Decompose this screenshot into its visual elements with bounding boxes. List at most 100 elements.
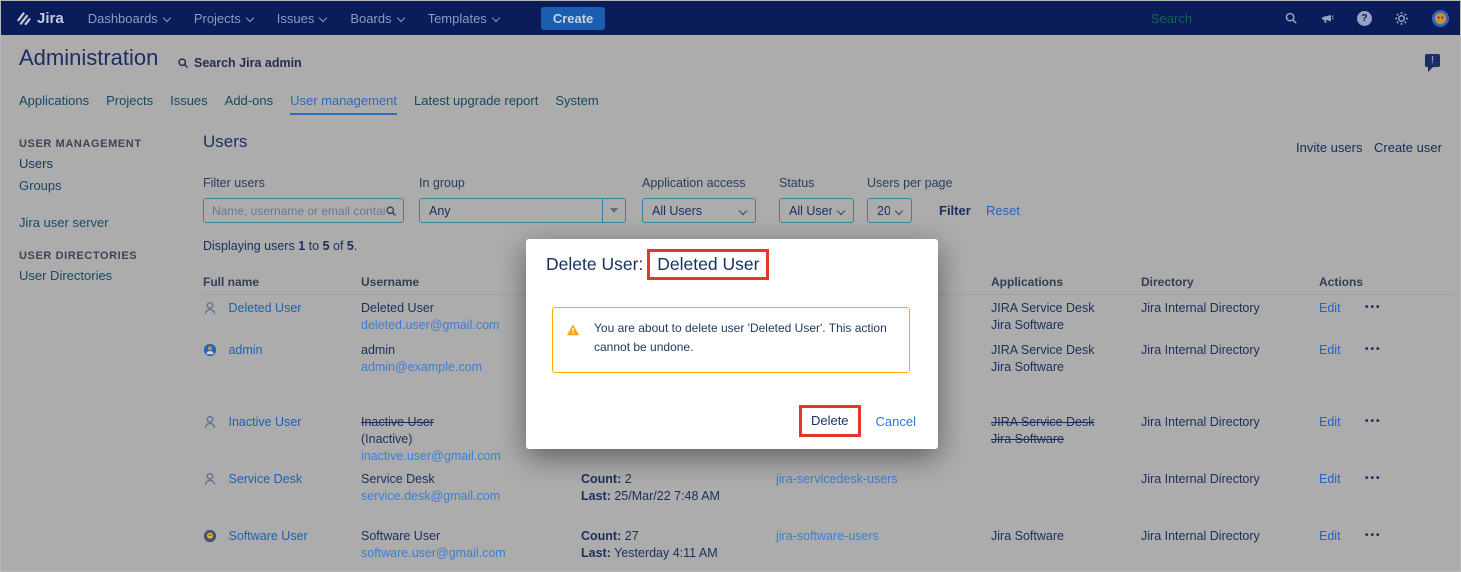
create-button[interactable]: Create xyxy=(541,7,605,30)
user-email-link[interactable]: admin@example.com xyxy=(361,360,482,374)
sidebar-section-user-management: USER MANAGEMENT xyxy=(19,138,142,150)
user-email-link[interactable]: service.desk@gmail.com xyxy=(361,489,500,503)
username-text: Service Desk xyxy=(361,472,500,486)
edit-link[interactable]: Edit xyxy=(1319,343,1341,357)
nav-menu-templates[interactable]: Templates xyxy=(428,11,499,26)
filter-users-input[interactable]: Name, username or email contain xyxy=(203,198,404,223)
column-header-applications: Applications xyxy=(991,275,1063,289)
nav-menu-boards[interactable]: Boards xyxy=(350,11,403,26)
column-header-directory: Directory xyxy=(1141,275,1194,289)
filter-users-label: Filter users xyxy=(203,176,265,190)
tab-latest-upgrade-report[interactable]: Latest upgrade report xyxy=(414,93,538,115)
warning-message-box: You are about to delete user 'Deleted Us… xyxy=(552,307,910,373)
feedback-icon[interactable]: ! xyxy=(1425,54,1440,67)
table-row: Software User Software User software.use… xyxy=(203,529,1453,572)
username-text: Inactive User xyxy=(361,415,501,429)
chevron-down-icon xyxy=(837,206,845,214)
admin-search-button[interactable]: Search Jira admin xyxy=(177,56,302,70)
status-select[interactable]: All Users xyxy=(779,198,854,223)
user-fullname-link[interactable]: Inactive User xyxy=(228,415,301,429)
tab-system[interactable]: System xyxy=(555,93,598,115)
triangle-down-icon xyxy=(610,208,618,213)
admin-avatar-icon xyxy=(203,343,217,360)
page-title: Administration xyxy=(19,45,158,71)
chevron-down-icon xyxy=(895,206,903,214)
admin-tab-bar: Applications Projects Issues Add-ons Use… xyxy=(19,93,599,115)
reset-button[interactable]: Reset xyxy=(986,203,1020,218)
create-user-button[interactable]: Create user xyxy=(1374,140,1442,155)
chevron-down-icon xyxy=(396,13,404,21)
filter-button[interactable]: Filter xyxy=(939,203,971,218)
users-page-title: Users xyxy=(203,132,247,152)
application-access-select[interactable]: All Users xyxy=(642,198,756,223)
user-fullname-link[interactable]: Software User xyxy=(228,529,307,543)
application-name: JIRA Service Desk xyxy=(991,415,1095,429)
delete-button[interactable]: Delete xyxy=(811,413,849,428)
more-actions-button[interactable]: ••• xyxy=(1365,302,1382,313)
in-group-combobox[interactable]: Any xyxy=(419,198,626,223)
more-actions-button[interactable]: ••• xyxy=(1365,473,1382,484)
users-per-page-select[interactable]: 20 xyxy=(867,198,912,223)
cancel-button[interactable]: Cancel xyxy=(876,414,916,429)
sidebar-item-user-directories[interactable]: User Directories xyxy=(19,268,112,283)
more-actions-button[interactable]: ••• xyxy=(1365,416,1382,427)
column-header-username: Username xyxy=(361,275,419,289)
chevron-down-icon xyxy=(319,13,327,21)
chevron-down-icon xyxy=(739,206,747,214)
user-silhouette-icon xyxy=(203,472,217,489)
top-navbar: Jira Dashboards Projects Issues Boards T… xyxy=(1,1,1460,35)
sidebar-item-jira-user-server[interactable]: Jira user server xyxy=(19,215,109,230)
tab-add-ons[interactable]: Add-ons xyxy=(225,93,273,115)
jira-logo[interactable]: Jira xyxy=(15,10,64,27)
navbar-search-input[interactable]: Search xyxy=(1151,11,1192,26)
user-fullname-link[interactable]: Service Desk xyxy=(228,472,302,486)
last-label: Last: xyxy=(581,546,611,560)
user-email-link[interactable]: deleted.user@gmail.com xyxy=(361,318,499,332)
help-icon[interactable]: ? xyxy=(1357,11,1372,26)
user-avatar[interactable] xyxy=(1431,9,1450,28)
last-label: Last: xyxy=(581,489,611,503)
tab-user-management[interactable]: User management xyxy=(290,93,397,115)
edit-link[interactable]: Edit xyxy=(1319,415,1341,429)
column-header-actions: Actions xyxy=(1319,275,1363,289)
tab-applications[interactable]: Applications xyxy=(19,93,89,115)
sidebar-item-groups[interactable]: Groups xyxy=(19,178,62,193)
count-value: 2 xyxy=(625,472,632,486)
chevron-down-icon xyxy=(163,13,171,21)
delete-user-dialog: Delete User:Deleted User You are about t… xyxy=(526,239,938,449)
application-name: Jira Software xyxy=(991,318,1095,332)
user-email-link[interactable]: inactive.user@gmail.com xyxy=(361,449,501,463)
edit-link[interactable]: Edit xyxy=(1319,301,1341,315)
username-text: admin xyxy=(361,343,482,357)
sidebar-item-users[interactable]: Users xyxy=(19,156,53,171)
status-label: Status xyxy=(779,176,814,190)
column-header-full-name: Full name xyxy=(203,275,259,289)
jira-logo-icon xyxy=(15,10,32,27)
user-fullname-link[interactable]: admin xyxy=(228,343,262,357)
user-email-link[interactable]: software.user@gmail.com xyxy=(361,546,506,560)
chevron-down-icon xyxy=(246,13,254,21)
application-name: JIRA Service Desk xyxy=(991,343,1095,357)
more-actions-button[interactable]: ••• xyxy=(1365,344,1382,355)
group-link[interactable]: jira-servicedesk-users xyxy=(776,472,898,486)
nav-menu-projects[interactable]: Projects xyxy=(194,11,253,26)
edit-link[interactable]: Edit xyxy=(1319,472,1341,486)
user-avatar-icon xyxy=(203,529,217,546)
more-actions-button[interactable]: ••• xyxy=(1365,530,1382,541)
nav-menu-issues[interactable]: Issues xyxy=(277,11,327,26)
invite-users-button[interactable]: Invite users xyxy=(1296,140,1362,155)
users-per-page-label: Users per page xyxy=(867,176,952,190)
megaphone-icon[interactable] xyxy=(1320,11,1335,25)
count-value: 27 xyxy=(625,529,639,543)
group-link[interactable]: jira-software-users xyxy=(776,529,879,543)
combobox-dropdown-button[interactable] xyxy=(602,199,625,222)
user-fullname-link[interactable]: Deleted User xyxy=(228,301,301,315)
gear-icon[interactable] xyxy=(1394,11,1409,26)
annotation-box-title: Deleted User xyxy=(647,249,769,280)
edit-link[interactable]: Edit xyxy=(1319,529,1341,543)
tab-projects[interactable]: Projects xyxy=(106,93,153,115)
search-icon[interactable] xyxy=(1284,11,1298,25)
tab-issues[interactable]: Issues xyxy=(170,93,208,115)
nav-menu-dashboards[interactable]: Dashboards xyxy=(88,11,170,26)
application-name: Jira Software xyxy=(991,529,1064,543)
